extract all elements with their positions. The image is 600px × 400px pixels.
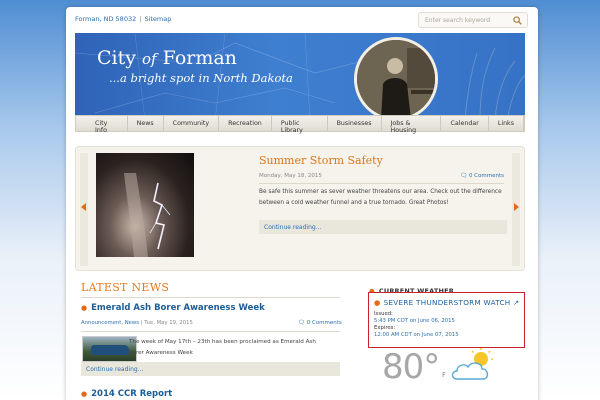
search-placeholder: Enter search keyword <box>425 17 491 24</box>
featured-comments-label: 0 Comments <box>468 173 504 179</box>
post-title-emerald-ash[interactable]: ● Emerald Ash Borer Awareness Week <box>81 303 265 313</box>
post-date: Tue, May 19, 2015 <box>144 320 193 326</box>
issued-label: Issued: <box>374 311 393 317</box>
title-name: Forman <box>162 47 237 69</box>
partly-cloudy-icon <box>451 348 493 380</box>
alert-title-link[interactable]: ● SEVERE THUNDERSTORM WATCH ↗ <box>374 298 519 307</box>
nav-calendar[interactable]: Calendar <box>441 116 489 131</box>
main-nav: City Info News Community Recreation Publ… <box>75 115 525 134</box>
nav-links[interactable]: Links <box>489 116 524 131</box>
category-link-announcement[interactable]: Announcement <box>81 320 121 326</box>
sitemap-link[interactable]: Sitemap <box>144 15 171 23</box>
featured-title[interactable]: Summer Storm Safety <box>259 154 383 167</box>
location-link[interactable]: Forman, ND 58032 <box>75 15 136 23</box>
divider <box>81 297 340 298</box>
featured-date: Monday, May 18, 2015 <box>259 173 322 179</box>
featured-comments-link[interactable]: 🗨 0 Comments <box>460 173 504 179</box>
expires-label: Expires: <box>374 325 396 331</box>
search-input[interactable]: Enter search keyword <box>418 12 528 28</box>
title-city: City <box>97 47 136 69</box>
nav-community[interactable]: Community <box>164 116 220 131</box>
founder-photo <box>354 37 438 121</box>
title-of: of <box>142 50 157 68</box>
featured-continue-button[interactable]: Continue reading... <box>259 220 507 234</box>
nav-city-info[interactable]: City Info <box>86 116 128 134</box>
site-title: City of Forman <box>97 47 237 69</box>
post-meta: Announcement, News | Tue, May 19, 2015 <box>81 320 193 326</box>
nav-businesses[interactable]: Businesses <box>328 116 382 131</box>
comment-icon: 🗨 <box>460 173 468 179</box>
post-comments-link[interactable]: 🗨 0 Comments <box>298 320 342 326</box>
bullet-icon: ● <box>81 390 88 398</box>
top-links: Forman, ND 58032 | Sitemap <box>75 15 172 23</box>
expires-value: 12:00 AM CDT on June 07, 2015 <box>374 332 459 338</box>
weather-alert-box: ● SEVERE THUNDERSTORM WATCH ↗ Issued: 5:4… <box>368 292 525 348</box>
bullet-icon: ● <box>374 298 381 307</box>
page-container: Forman, ND 58032 | Sitemap Enter search ke… <box>66 7 538 400</box>
alert-title-text: SEVERE THUNDERSTORM WATCH <box>383 298 511 307</box>
temperature-value: 80° <box>382 347 440 387</box>
site-tagline: ...a bright spot in North Dakota <box>109 71 293 85</box>
featured-image[interactable] <box>96 153 194 257</box>
post-title-text: Emerald Ash Borer Awareness Week <box>91 303 265 313</box>
external-link-icon: ↗ <box>513 298 520 307</box>
slider-next-arrow-icon[interactable] <box>514 203 519 211</box>
divider <box>81 331 340 332</box>
latest-news-heading: LATEST NEWS <box>81 281 170 294</box>
divider <box>259 183 504 184</box>
nav-jobs-housing[interactable]: Jobs & Housing <box>382 116 442 134</box>
nav-recreation[interactable]: Recreation <box>219 116 272 131</box>
nav-public-library[interactable]: Public Library <box>272 116 328 134</box>
category-link-news[interactable]: News <box>125 320 139 326</box>
post-excerpt: The week of May 17th – 23th has been pro… <box>129 339 316 356</box>
nav-news[interactable]: News <box>128 116 164 131</box>
issued-value: 5:43 PM CDT on June 06, 2015 <box>374 318 455 324</box>
header-banner: City of Forman ...a bright spot in North… <box>75 33 525 121</box>
search-icon[interactable] <box>513 16 522 25</box>
alert-details: Issued: 5:43 PM CDT on June 06, 2015 Exp… <box>374 311 459 339</box>
bullet-icon: ● <box>81 304 88 312</box>
slider-prev-arrow-icon[interactable] <box>81 203 86 211</box>
featured-slider: Summer Storm Safety Monday, May 18, 2015… <box>75 146 525 271</box>
temperature-unit: F <box>442 371 447 379</box>
post-title-ccr-report[interactable]: ● 2014 CCR Report <box>81 389 172 399</box>
post-comments-label: 0 Comments <box>306 320 342 326</box>
featured-text: Be safe this summer as sever weather thr… <box>259 189 502 206</box>
post-continue-button[interactable]: Continue reading... <box>81 362 340 376</box>
comment-icon: 🗨 <box>298 320 305 326</box>
post-title-text: 2014 CCR Report <box>91 389 173 399</box>
